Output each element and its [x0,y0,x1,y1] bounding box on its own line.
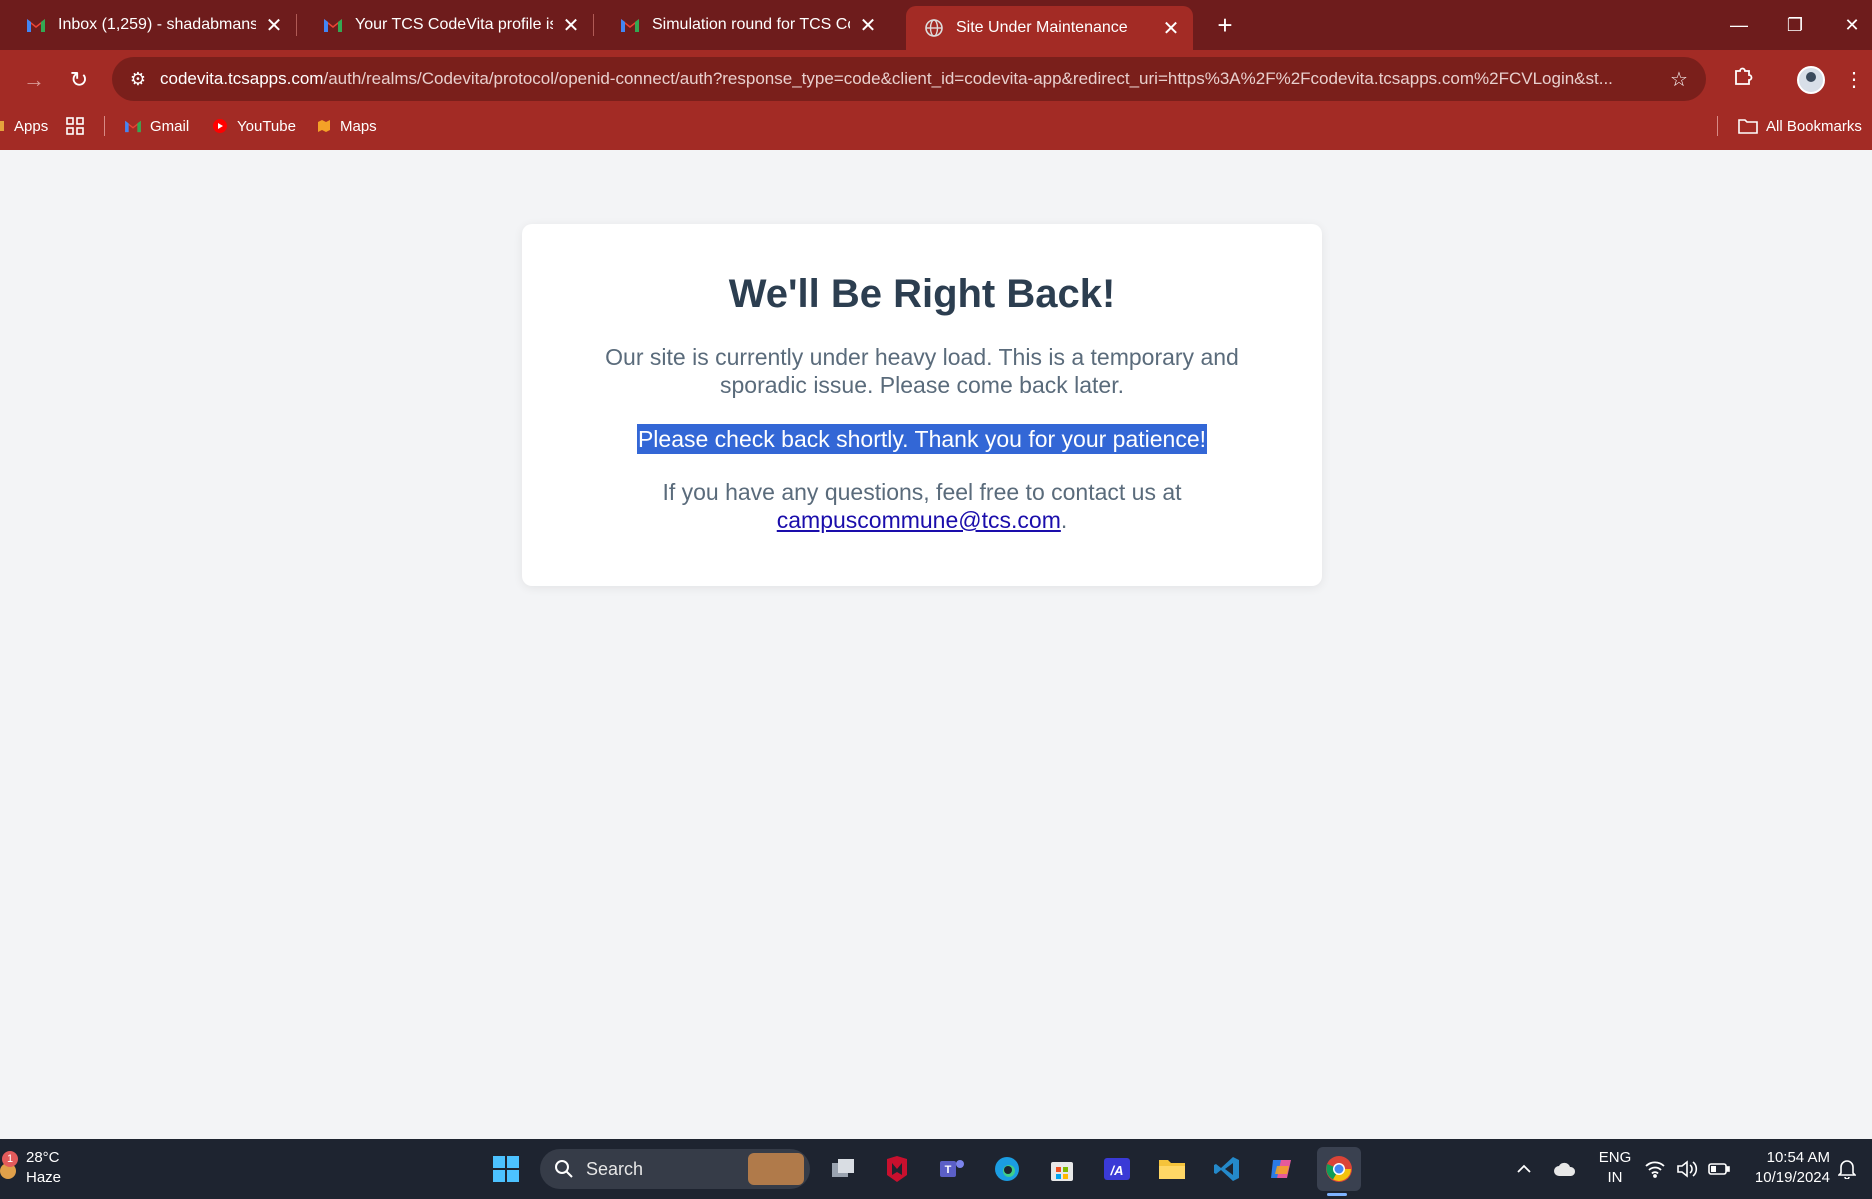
windows-taskbar: 1 28°C Haze Search T /A ENG IN 10:54 AM … [0,1139,1872,1199]
forward-arrow-icon[interactable]: → [18,64,50,96]
url-text[interactable]: codevita.tcsapps.com/auth/realms/Codevit… [160,69,1664,89]
selected-text: Please check back shortly. Thank you for… [636,424,1208,454]
globe-icon [924,18,944,38]
svg-text:/A: /A [1110,1163,1124,1178]
windows-icon [493,1156,519,1182]
clock-time: 10:54 AM [1766,1149,1830,1166]
contact-message: If you have any questions, feel free to … [572,478,1272,534]
tab-title: Site Under Maintenance [956,19,1128,36]
search-highlight-image [748,1153,804,1185]
teams-icon[interactable]: T [932,1151,972,1187]
file-explorer-icon[interactable] [1152,1151,1192,1187]
microsoft-store-icon[interactable] [1042,1151,1082,1187]
notification-bell-icon[interactable] [1830,1151,1864,1187]
language-indicator[interactable]: ENG IN [1595,1148,1635,1188]
all-bookmarks-label: All Bookmarks [1766,117,1862,135]
apps-grid-icon [66,117,84,135]
system-clock[interactable]: 10:54 AM 10/19/2024 [1744,1148,1830,1188]
taskbar-search[interactable]: Search [540,1149,810,1189]
bookmark-maps[interactable]: Maps [316,108,377,144]
patience-message: Please check back shortly. Thank you for… [572,424,1272,454]
new-tab-plus-icon[interactable]: + [1208,8,1242,42]
bookmark-youtube[interactable]: YouTube [211,108,296,144]
page-content: We'll Be Right Back! Our site is current… [0,150,1872,1139]
tab-title: Your TCS CodeVita profile is inc [355,16,553,33]
youtube-icon [211,119,229,133]
bookmark-divider [1717,116,1718,136]
weather-temp: 28°C [26,1149,60,1166]
contact-email-link[interactable]: campuscommune@tcs.com [777,507,1061,533]
tab-inbox[interactable]: Inbox (1,259) - shadabmansuri0 ✕ [8,8,297,42]
active-app-indicator [1327,1193,1347,1196]
volume-icon[interactable] [1672,1151,1702,1187]
reload-icon[interactable]: ↻ [63,64,95,96]
tab-site-under-maintenance[interactable]: Site Under Maintenance ✕ [906,6,1193,50]
apps-grid-button[interactable] [66,108,92,144]
search-placeholder: Search [586,1158,644,1179]
url-host: codevita.tcsapps.com [160,69,324,88]
tab-title: Simulation round for TCS CodeV [652,16,850,33]
search-icon [554,1159,576,1179]
vscode-icon[interactable] [1207,1151,1247,1187]
site-settings-icon[interactable]: ⚙ [126,69,150,90]
contact-prefix: If you have any questions, feel free to … [662,479,1182,505]
bookmarks-bar: Apps Gmail YouTube Maps All Bookmarks [0,108,1872,150]
close-icon[interactable]: ✕ [858,13,878,38]
status-message: Our site is currently under heavy load. … [605,344,1239,398]
url-path: /auth/realms/Codevita/protocol/openid-co… [323,69,1613,88]
chrome-icon [1326,1156,1352,1182]
wifi-icon[interactable] [1640,1151,1670,1187]
address-bar[interactable]: ⚙ codevita.tcsapps.com/auth/realms/Codev… [112,57,1706,101]
contact-suffix: . [1060,507,1068,533]
close-icon[interactable]: ✕ [561,13,581,38]
minimize-icon[interactable]: — [1719,8,1759,42]
show-hidden-icons-chevron-icon[interactable] [1504,1151,1544,1187]
close-icon[interactable]: ✕ [1161,16,1181,41]
chrome-taskbar-button[interactable] [1317,1147,1361,1191]
bookmark-label: Apps [14,117,49,135]
region-code: IN [1607,1169,1623,1186]
bookmark-gmail[interactable]: Gmail [124,108,189,144]
window-close-icon[interactable]: ✕ [1832,8,1872,42]
maps-icon [316,118,332,134]
bookmark-label: Maps [340,117,377,135]
tab-title: Inbox (1,259) - shadabmansuri0 [58,16,256,33]
gmail-icon [620,15,640,35]
bookmark-star-icon[interactable]: ☆ [1664,67,1694,92]
editor-app-icon[interactable]: /A [1097,1151,1137,1187]
copilot-icon[interactable] [1262,1151,1302,1187]
edge-icon[interactable] [987,1151,1027,1187]
battery-icon[interactable] [1704,1151,1734,1187]
apps-icon [0,119,6,133]
language-code: ENG [1598,1149,1632,1166]
clock-date: 10/19/2024 [1754,1169,1830,1186]
browser-toolbar: → ↻ ⚙ codevita.tcsapps.com/auth/realms/C… [0,50,1872,108]
maintenance-card: We'll Be Right Back! Our site is current… [522,224,1322,586]
close-icon[interactable]: ✕ [264,13,284,38]
start-button[interactable] [486,1151,526,1187]
restore-icon[interactable]: ❐ [1775,8,1815,42]
extensions-icon[interactable] [1727,64,1759,96]
tab-simulation-round[interactable]: Simulation round for TCS CodeV ✕ [602,8,890,42]
bookmark-label: YouTube [237,117,296,135]
gmail-icon [26,15,46,35]
bookmark-divider [104,116,105,136]
bookmark-label: Gmail [150,117,190,135]
mcafee-icon[interactable] [877,1151,917,1187]
gmail-icon [323,15,343,35]
folder-icon [1738,118,1758,134]
bookmark-apps[interactable]: Apps [0,108,48,144]
tab-codevita-profile[interactable]: Your TCS CodeVita profile is inc ✕ [305,8,594,42]
weather-condition: Haze [26,1169,62,1186]
tab-strip: Inbox (1,259) - shadabmansuri0 ✕ Your TC… [0,0,1872,50]
page-heading: We'll Be Right Back! [728,272,1116,316]
svg-text:T: T [945,1164,952,1176]
notification-badge: 1 [2,1151,18,1167]
profile-avatar[interactable] [1797,66,1825,94]
gmail-icon [124,119,142,133]
menu-kebab-icon[interactable]: ⋮ [1838,64,1870,96]
onedrive-cloud-icon[interactable] [1545,1151,1585,1187]
task-view-icon[interactable] [823,1151,863,1187]
all-bookmarks-button[interactable]: All Bookmarks [1738,108,1862,144]
